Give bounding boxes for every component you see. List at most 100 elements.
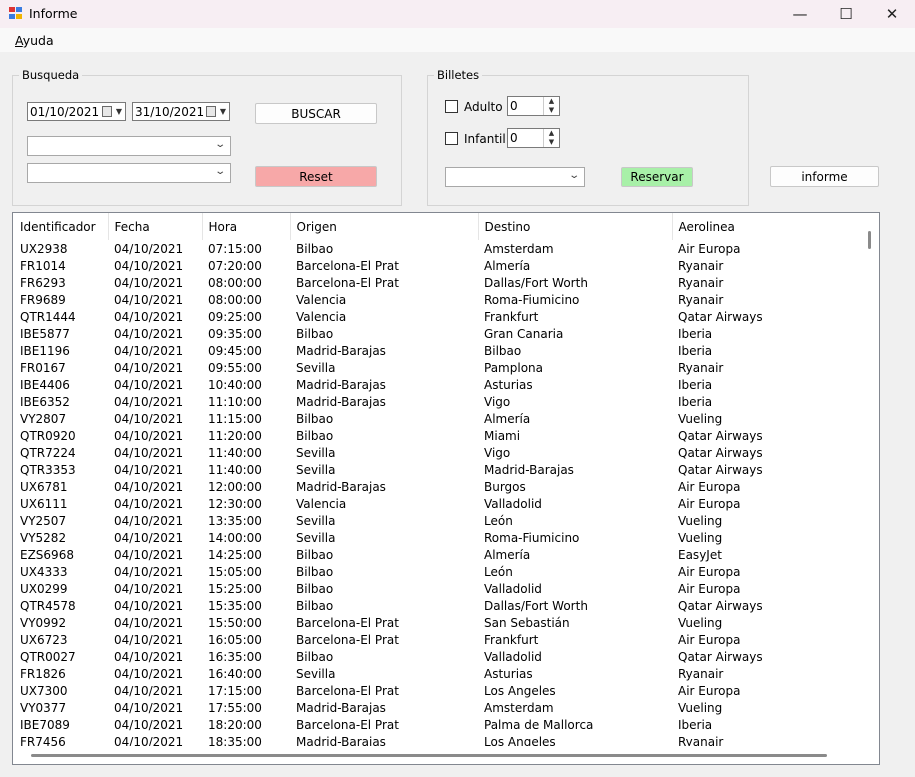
horizontal-scrollbar[interactable] xyxy=(13,746,879,764)
table-cell: Pamplona xyxy=(484,360,543,375)
table-cell: Iberia xyxy=(678,394,713,409)
table-row[interactable]: FR1014 04/10/2021 07:20:00 Barcelona-El Pra… xyxy=(14,257,862,274)
reset-button[interactable]: Reset xyxy=(255,166,377,187)
table-row[interactable]: VY2507 04/10/2021 13:35:00 Sevilla León Vueli… xyxy=(14,512,862,529)
menu-bar: Ayuda xyxy=(0,28,915,52)
table-row[interactable]: UX4333 04/10/2021 15:05:00 Bilbao León Air Eu… xyxy=(14,563,862,580)
horizontal-scroll-thumb[interactable] xyxy=(31,754,827,757)
spin-up-icon[interactable]: ▲ xyxy=(544,129,559,138)
reservar-button[interactable]: Reservar xyxy=(621,167,693,187)
table-cell: 04/10/2021 xyxy=(114,394,184,409)
adulto-checkbox[interactable] xyxy=(445,100,458,113)
destino-combo[interactable]: ⌄ xyxy=(27,163,231,183)
table-cell: 07:20:00 xyxy=(208,258,262,273)
table-row[interactable]: IBE6352 04/10/2021 11:10:00 Madrid-Barajas V… xyxy=(14,393,862,410)
flights-grid[interactable]: Identificador Fecha Hora Origen Destino Aerol… xyxy=(12,212,880,765)
table-cell: 04/10/2021 xyxy=(114,479,184,494)
table-cell: Air Europa xyxy=(678,241,741,256)
table-row[interactable]: IBE7089 04/10/2021 18:20:00 Barcelona-El Pr… xyxy=(14,716,862,733)
table-row[interactable]: IBE4406 04/10/2021 10:40:00 Madrid-Barajas A… xyxy=(14,376,862,393)
table-row[interactable]: UX2938 04/10/2021 07:15:00 Bilbao Amsterdam A… xyxy=(14,240,862,257)
table-cell: 11:40:00 xyxy=(208,445,262,460)
table-row[interactable]: IBE1196 04/10/2021 09:45:00 Madrid-Barajas B… xyxy=(14,342,862,359)
table-cell: QTR0920 xyxy=(20,428,76,443)
table-cell: 18:20:00 xyxy=(208,717,262,732)
table-cell: 04/10/2021 xyxy=(114,649,184,664)
table-row[interactable]: VY0992 04/10/2021 15:50:00 Barcelona-El Pra… xyxy=(14,614,862,631)
table-row[interactable]: FR6293 04/10/2021 08:00:00 Barcelona-El Pra… xyxy=(14,274,862,291)
spin-up-icon[interactable]: ▲ xyxy=(544,97,559,106)
column-header[interactable]: Origen xyxy=(290,213,479,240)
table-row[interactable]: UX7300 04/10/2021 17:15:00 Barcelona-El Pra… xyxy=(14,682,862,699)
table-row[interactable]: QTR7224 04/10/2021 11:40:00 Sevilla Vigo Qata… xyxy=(14,444,862,461)
table-cell: IBE4406 xyxy=(20,377,70,392)
billetes-combo[interactable]: ⌄ xyxy=(445,167,585,187)
table-cell: 04/10/2021 xyxy=(114,241,184,256)
table-row[interactable]: VY2807 04/10/2021 11:15:00 Bilbao Almería Vue… xyxy=(14,410,862,427)
column-header[interactable]: Identificador xyxy=(14,213,109,240)
table-row[interactable]: VY0377 04/10/2021 17:55:00 Madrid-Barajas Am… xyxy=(14,699,862,716)
column-header[interactable]: Destino xyxy=(478,213,673,240)
origen-combo[interactable]: ⌄ xyxy=(27,136,231,156)
table-row[interactable]: VY5282 04/10/2021 14:00:00 Sevilla Roma-Fium… xyxy=(14,529,862,546)
table-cell: Bilbao xyxy=(484,343,522,358)
table-row[interactable]: FR1826 04/10/2021 16:40:00 Sevilla Asturias R… xyxy=(14,665,862,682)
infantil-stepper[interactable]: 0 ▲ ▼ xyxy=(507,128,560,148)
minimize-button[interactable]: — xyxy=(777,0,823,28)
table-cell: 15:05:00 xyxy=(208,564,262,579)
infantil-checkbox[interactable] xyxy=(445,132,458,145)
table-cell: Barcelona-El Prat xyxy=(296,683,399,698)
adulto-stepper[interactable]: 0 ▲ ▼ xyxy=(507,96,560,116)
menu-ayuda[interactable]: Ayuda xyxy=(15,33,54,48)
vertical-scrollbar[interactable] xyxy=(862,213,879,746)
table-row[interactable]: UX6781 04/10/2021 12:00:00 Madrid-Barajas Bu… xyxy=(14,478,862,495)
table-row[interactable]: QTR4578 04/10/2021 15:35:00 Bilbao Dallas/Fo… xyxy=(14,597,862,614)
title-bar: Informe — ☐ ✕ xyxy=(0,0,915,28)
table-cell: 04/10/2021 xyxy=(114,496,184,511)
table-cell: 17:55:00 xyxy=(208,700,262,715)
table-cell: IBE1196 xyxy=(20,343,70,358)
date-from-picker[interactable]: 01/10/2021 ▼ xyxy=(27,102,126,121)
vertical-scroll-thumb[interactable] xyxy=(868,231,871,249)
table-row[interactable]: IBE5877 04/10/2021 09:35:00 Bilbao Gran Cana… xyxy=(14,325,862,342)
table-cell: Los Angeles xyxy=(484,683,556,698)
chevron-down-icon: ⌄ xyxy=(213,166,226,177)
table-cell: 04/10/2021 xyxy=(114,581,184,596)
table-row[interactable]: EZS6968 04/10/2021 14:25:00 Bilbao Almería Ea… xyxy=(14,546,862,563)
table-cell: 04/10/2021 xyxy=(114,462,184,477)
date-to-picker[interactable]: 31/10/2021 ▼ xyxy=(132,102,230,121)
table-row[interactable]: UX0299 04/10/2021 15:25:00 Bilbao Valladolid… xyxy=(14,580,862,597)
chevron-down-icon: ⌄ xyxy=(567,170,580,181)
column-header[interactable]: Hora xyxy=(202,213,291,240)
column-header[interactable]: Aerolinea xyxy=(672,213,863,240)
close-button[interactable]: ✕ xyxy=(869,0,915,28)
table-cell: Madrid-Barajas xyxy=(296,343,386,358)
table-row[interactable]: QTR1444 04/10/2021 09:25:00 Valencia Frankfu… xyxy=(14,308,862,325)
table-row[interactable]: QTR0027 04/10/2021 16:35:00 Bilbao Valladoli… xyxy=(14,648,862,665)
table-cell: 04/10/2021 xyxy=(114,275,184,290)
table-cell: 16:05:00 xyxy=(208,632,262,647)
table-cell: Sevilla xyxy=(296,445,336,460)
table-row[interactable]: FR0167 04/10/2021 09:55:00 Sevilla Pamplona R… xyxy=(14,359,862,376)
spin-down-icon[interactable]: ▼ xyxy=(544,138,559,147)
table-cell: Vueling xyxy=(678,513,723,528)
table-row[interactable]: QTR3353 04/10/2021 11:40:00 Sevilla Madrid-B… xyxy=(14,461,862,478)
table-cell: 04/10/2021 xyxy=(114,666,184,681)
table-cell: IBE5877 xyxy=(20,326,70,341)
buscar-button[interactable]: BUSCAR xyxy=(255,103,377,124)
column-header[interactable]: Fecha xyxy=(108,213,203,240)
table-cell: Vigo xyxy=(484,445,511,460)
table-cell: Asturias xyxy=(484,377,533,392)
table-row[interactable]: UX6111 04/10/2021 12:30:00 Valencia Valladol… xyxy=(14,495,862,512)
table-row[interactable]: QTR0920 04/10/2021 11:20:00 Bilbao Miami Qata… xyxy=(14,427,862,444)
maximize-icon: ☐ xyxy=(839,5,853,23)
spin-down-icon[interactable]: ▼ xyxy=(544,106,559,115)
table-row[interactable]: UX6723 04/10/2021 16:05:00 Barcelona-El Pra… xyxy=(14,631,862,648)
informe-button[interactable]: informe xyxy=(770,166,879,187)
table-cell: Ryanair xyxy=(678,275,724,290)
table-cell: 04/10/2021 xyxy=(114,309,184,324)
maximize-button[interactable]: ☐ xyxy=(823,0,869,28)
table-row[interactable]: FR9689 04/10/2021 08:00:00 Valencia Roma-Fiu… xyxy=(14,291,862,308)
table-cell: 04/10/2021 xyxy=(114,683,184,698)
window-title: Informe xyxy=(29,6,78,21)
